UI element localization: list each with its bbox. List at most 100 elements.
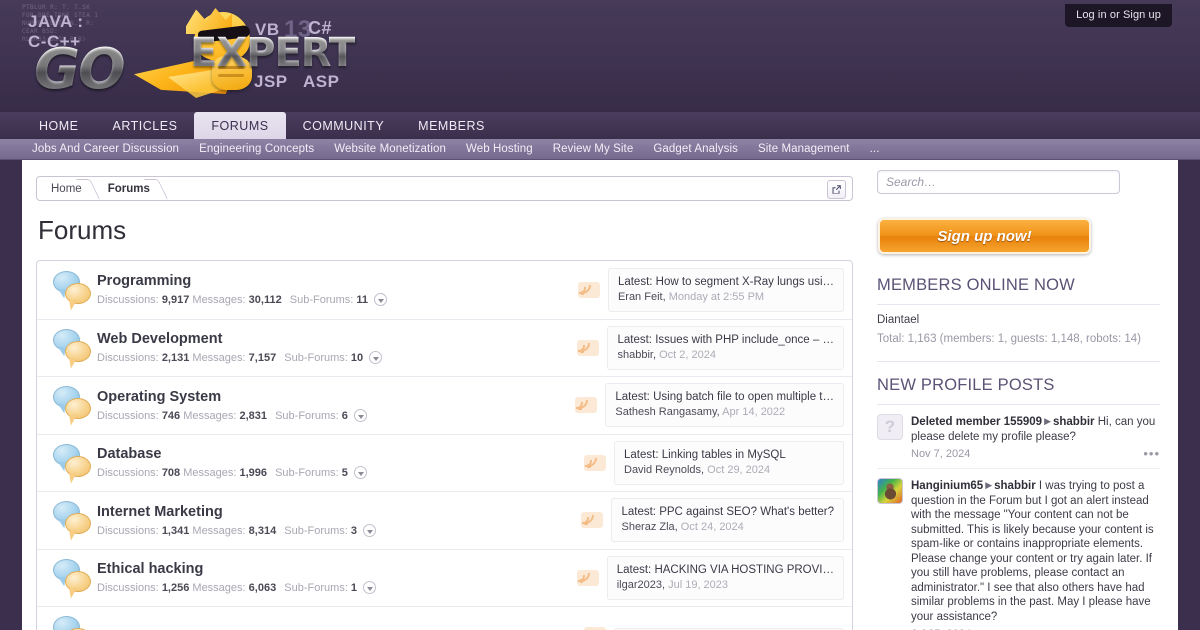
rss-icon[interactable]	[584, 454, 606, 471]
photo-avatar[interactable]	[877, 478, 903, 504]
nav-item-home[interactable]: HOME	[22, 112, 96, 139]
latest-post-cell: Latest: Using batch file to open multipl…	[575, 383, 844, 428]
latest-post-title[interactable]: Latest: Issues with PHP include_once – …	[617, 333, 834, 348]
forum-row[interactable]	[37, 606, 852, 630]
forum-row[interactable]: Ethical hacking Discussions: 1,256 Messa…	[37, 548, 852, 607]
subnav-item-jobs-and-career-discussion[interactable]: Jobs And Career Discussion	[22, 143, 189, 155]
login-signup-link[interactable]: Log in or Sign up	[1065, 4, 1172, 27]
profile-post-target[interactable]: shabbir	[994, 480, 1036, 492]
latest-thread-title: Using batch file to open multiple t…	[653, 391, 834, 404]
subforums-label: Sub-Forums:	[275, 409, 339, 422]
sign-up-button[interactable]: Sign up now!	[878, 218, 1091, 254]
chevron-down-icon[interactable]	[353, 466, 367, 480]
latest-post-author[interactable]: Eran Feit,	[618, 291, 666, 303]
forum-title[interactable]: Web Development	[97, 330, 569, 348]
subforums-label: Sub-Forums:	[275, 467, 339, 480]
rss-icon[interactable]	[581, 512, 604, 529]
messages-label: Messages:	[192, 524, 246, 537]
subnav-item-more[interactable]: ...	[860, 143, 890, 155]
latest-post-title[interactable]: Latest: How to segment X-Ray lungs usi…	[618, 275, 834, 290]
breadcrumb-item-forums[interactable]: Forums	[94, 176, 162, 201]
forum-title[interactable]: Ethical hacking	[97, 560, 569, 578]
chevron-down-icon[interactable]	[369, 351, 383, 365]
profile-post-target[interactable]: shabbir	[1053, 416, 1095, 428]
site-header: Log in or Sign up PTBLUR R: T. T.SK FOR …	[0, 0, 1200, 112]
forum-title[interactable]: Operating System	[97, 388, 567, 406]
latest-post-box[interactable]: Latest: Linking tables in MySQL David Re…	[614, 440, 844, 485]
subforums-label: Sub-Forums:	[284, 582, 348, 595]
latest-post-title[interactable]: Latest: Linking tables in MySQL	[624, 448, 834, 463]
open-in-new-window-icon[interactable]	[827, 180, 846, 199]
latest-post-title[interactable]: Latest: Using batch file to open multipl…	[615, 390, 834, 405]
messages-label: Messages:	[192, 294, 246, 307]
main-content: Home Forums Forums Programming Discussio…	[22, 160, 867, 630]
nav-item-community[interactable]: COMMUNITY	[286, 112, 402, 139]
latest-thread-title: HACKING VIA HOSTING PROVI…	[654, 563, 834, 576]
online-user[interactable]: Diantael	[877, 314, 1160, 326]
discussions-label: Discussions:	[97, 352, 159, 365]
subnav-item-site-management[interactable]: Site Management	[748, 143, 860, 155]
forum-row[interactable]: Database Discussions: 708 Messages: 1,99…	[37, 433, 852, 492]
forum-title[interactable]: Database	[97, 445, 576, 463]
latest-post-author[interactable]: shabbir,	[617, 349, 656, 361]
breadcrumb-item-home[interactable]: Home	[37, 176, 94, 201]
subnav-item-web-hosting[interactable]: Web Hosting	[456, 143, 543, 155]
profile-post-author[interactable]: Deleted member 155909	[911, 416, 1042, 428]
latest-post-author[interactable]: David Reynolds,	[624, 464, 704, 476]
latest-thread-title: How to segment X-Ray lungs usi…	[655, 275, 834, 288]
latest-post-author[interactable]: Sathesh Rangasamy,	[615, 406, 719, 418]
search-input[interactable]: Search…	[877, 170, 1120, 194]
forum-row[interactable]: Programming Discussions: 9,917 Messages:…	[37, 261, 852, 319]
latest-post-box[interactable]: Latest: Using batch file to open multipl…	[605, 383, 844, 428]
subnav-item-gadget-analysis[interactable]: Gadget Analysis	[643, 143, 748, 155]
messages-label: Messages:	[183, 409, 237, 422]
subforums-label: Sub-Forums:	[289, 294, 354, 307]
messages-label: Messages:	[192, 352, 246, 365]
discussions-count: 1,256	[161, 582, 190, 595]
forum-row[interactable]: Operating System Discussions: 746 Messag…	[37, 376, 852, 434]
latest-post-box[interactable]: Latest: How to segment X-Ray lungs usi… …	[607, 267, 844, 312]
latest-post-meta: Sathesh Rangasamy, Apr 14, 2022	[615, 405, 834, 420]
latest-post-box[interactable]: Latest: HACKING VIA HOSTING PROVI… ilgar…	[606, 555, 844, 600]
rss-icon[interactable]	[576, 569, 599, 586]
latest-post-date: Monday at 2:55 PM	[668, 290, 765, 303]
latest-post-box[interactable]: Latest: PPC against SEO? What's better? …	[611, 498, 844, 543]
site-logo[interactable]: PTBLUR R: T. T.SK FOR BRE TONE STEA 1 NU…	[22, 2, 362, 110]
sub-navigation: Jobs And Career Discussion Engineering C…	[0, 139, 1200, 160]
profile-post-author[interactable]: Hanginium65	[911, 480, 983, 492]
forum-info: Internet Marketing Discussions: 1,341 Me…	[97, 503, 581, 538]
forum-row[interactable]: Internet Marketing Discussions: 1,341 Me…	[37, 491, 852, 549]
forum-title[interactable]: Programming	[97, 272, 570, 290]
profile-post-message: I was trying to post a question in the F…	[911, 480, 1154, 623]
subnav-item-review-my-site[interactable]: Review My Site	[543, 143, 644, 155]
latest-post-box[interactable]: Latest: Issues with PHP include_once – ……	[607, 325, 844, 370]
more-options-icon[interactable]: •••	[1143, 447, 1160, 460]
latest-post-title[interactable]: Latest: PPC against SEO? What's better?	[621, 505, 834, 520]
nav-item-members[interactable]: MEMBERS	[401, 112, 502, 139]
forum-title[interactable]: Internet Marketing	[97, 503, 573, 521]
rss-icon[interactable]	[577, 281, 600, 298]
breadcrumb: Home Forums	[36, 176, 853, 201]
chevron-down-icon[interactable]	[353, 408, 367, 422]
rss-icon[interactable]	[577, 339, 600, 356]
chevron-down-icon[interactable]	[374, 293, 388, 307]
placeholder-avatar[interactable]: ?	[877, 414, 903, 440]
chevron-down-icon[interactable]	[363, 581, 377, 595]
subforums-count: 11	[356, 294, 369, 307]
subnav-item-website-monetization[interactable]: Website Monetization	[324, 143, 456, 155]
profile-post-text: Hanginium65 ▶ shabbir I was trying to post…	[911, 478, 1160, 624]
latest-prefix: Latest:	[617, 333, 653, 346]
latest-post-author[interactable]: Sheraz Zla,	[621, 521, 677, 533]
forum-bubbles-icon	[51, 558, 97, 598]
latest-post-date: Oct 24, 2024	[680, 521, 744, 534]
messages-count: 7,157	[248, 352, 277, 365]
subnav-item-engineering-concepts[interactable]: Engineering Concepts	[189, 143, 324, 155]
nav-item-forums[interactable]: FORUMS	[194, 112, 286, 139]
nav-item-articles[interactable]: ARTICLES	[96, 112, 195, 139]
forum-stats: Discussions: 9,917 Messages: 30,112 Sub-…	[97, 293, 570, 307]
latest-post-title[interactable]: Latest: HACKING VIA HOSTING PROVI…	[617, 563, 834, 578]
rss-icon[interactable]	[575, 397, 598, 414]
latest-post-author[interactable]: ilgar2023,	[617, 579, 665, 591]
forum-row[interactable]: Web Development Discussions: 2,131 Messa…	[37, 318, 852, 377]
chevron-down-icon[interactable]	[363, 523, 377, 537]
